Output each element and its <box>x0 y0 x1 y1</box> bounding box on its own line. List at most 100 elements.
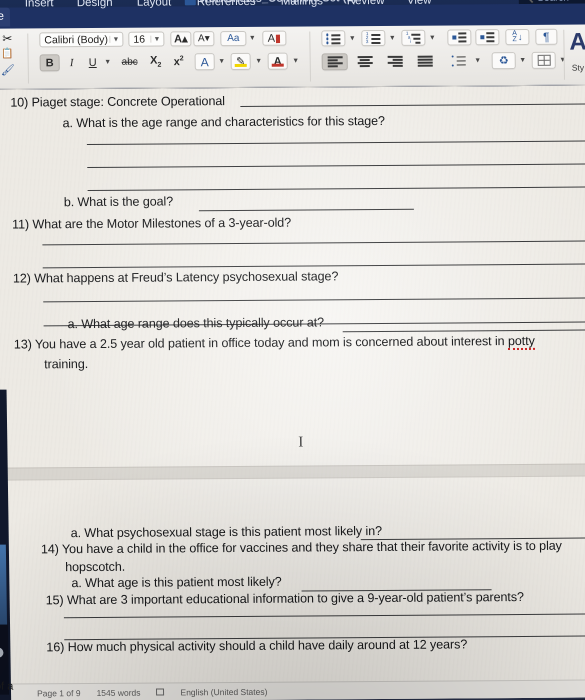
underline-dropdown[interactable]: ▼ <box>103 57 113 68</box>
copy-icon: 📋 <box>1 48 14 60</box>
justify-button[interactable] <box>412 53 438 70</box>
question-10a: a. What is the age range and characteris… <box>62 113 386 131</box>
show-formatting-marks-button[interactable]: ¶ <box>535 28 558 45</box>
question-13a: a. What psychosexual stage is this patie… <box>70 523 383 541</box>
font-family-combo[interactable]: Calibri (Body) ▼ <box>39 31 124 48</box>
borders-button[interactable] <box>531 51 556 69</box>
chevron-down-icon: ▼ <box>292 57 300 65</box>
italic-icon: I <box>69 56 74 69</box>
paragraph-group: ▼ 1 2 3 ▼ 1 a i ▼ A Z ↓ ¶ ▼ ♻ ▼ ▼ <box>315 25 566 88</box>
numbering-button[interactable]: 1 2 3 <box>361 29 386 47</box>
align-right-button[interactable] <box>382 53 408 70</box>
font-color-dropdown[interactable]: ▼ <box>291 56 301 67</box>
shading-button[interactable]: ♻ <box>491 52 516 70</box>
document-page[interactable]: 10) Piaget stage: Concrete Operational a… <box>0 85 585 700</box>
tab-mailings[interactable]: Mailings <box>277 0 327 10</box>
font-color-swatch <box>271 63 284 67</box>
font-group: Calibri (Body) ▼ 16 ▼ A▴ A▾ Aa ▼ A▮ B I … <box>31 27 299 89</box>
line-spacing-button[interactable] <box>447 52 471 69</box>
bullets-button[interactable] <box>321 30 346 47</box>
decrease-indent-icon <box>451 31 467 43</box>
grow-font-icon: A▴ <box>174 33 188 46</box>
question-16: 16) How much physical activity should a … <box>46 637 468 655</box>
status-bar: Page 1 of 9 1545 words English (United S… <box>10 679 585 700</box>
chevron-down-icon: ▼ <box>474 57 482 65</box>
paintbrush-icon: 🖌 <box>0 64 15 77</box>
tab-home[interactable]: me <box>0 7 11 27</box>
styles-icon[interactable]: A <box>569 29 585 56</box>
align-center-button[interactable] <box>352 53 378 70</box>
strikethrough-icon: abc <box>121 56 138 68</box>
shrink-font-button[interactable]: A▾ <box>193 31 215 47</box>
bullets-dropdown[interactable]: ▼ <box>347 33 357 44</box>
question-10: 10) Piaget stage: Concrete Operational <box>10 94 226 110</box>
clear-formatting-button[interactable]: A▮ <box>262 30 287 46</box>
numbering-dropdown[interactable]: ▼ <box>387 33 397 44</box>
text-effects-dropdown[interactable]: ▼ <box>217 56 227 67</box>
increase-indent-button[interactable] <box>475 29 500 46</box>
font-size-value: 16 <box>133 33 146 46</box>
change-case-dropdown[interactable]: ▼ <box>247 33 257 44</box>
chevron-down-icon: ▼ <box>104 58 112 66</box>
borders-icon <box>537 54 551 66</box>
question-14-cont: hopscotch. <box>65 559 126 575</box>
scissors-icon: ✂ <box>2 31 13 46</box>
chevron-down-icon: ▼ <box>112 35 120 43</box>
numbered-list-icon: 1 2 3 <box>366 31 381 44</box>
tab-review[interactable]: Review <box>343 0 389 9</box>
align-right-icon <box>387 55 403 67</box>
highlight-color-swatch <box>234 63 247 68</box>
text-effects-button[interactable]: A <box>194 53 215 71</box>
tab-layout[interactable]: Layout <box>133 0 176 11</box>
font-size-combo[interactable]: 16 ▼ <box>128 31 165 47</box>
italic-button[interactable]: I <box>63 54 81 71</box>
highlight-button[interactable]: ✎ <box>230 52 251 71</box>
highlight-dropdown[interactable]: ▼ <box>254 56 264 67</box>
change-case-button[interactable]: Aa <box>220 30 247 47</box>
tab-insert[interactable]: Insert <box>21 0 58 11</box>
chevron-down-icon: ▼ <box>348 35 356 43</box>
grow-font-button[interactable]: A▴ <box>170 31 192 47</box>
text-effects-icon: A <box>200 54 209 69</box>
align-left-button[interactable] <box>321 53 348 71</box>
tab-design[interactable]: Design <box>73 0 117 11</box>
shading-dropdown[interactable]: ▼ <box>518 55 528 66</box>
font-color-button[interactable]: A <box>267 52 288 70</box>
strikethrough-button[interactable]: abc <box>117 54 143 71</box>
chevron-down-icon: ▼ <box>255 57 263 65</box>
underline-icon: U <box>88 56 97 69</box>
language-indicator[interactable]: English (United States) <box>180 686 267 697</box>
text-cursor: I <box>298 434 304 451</box>
subscript-button[interactable]: X2 <box>146 53 166 70</box>
ribbon: ▼ te ✂ 📋 🖌 Calibri (Body) ▼ <box>0 24 585 90</box>
tab-references[interactable]: References <box>193 0 260 10</box>
bold-button[interactable]: B <box>39 54 60 72</box>
styles-group-label: Sty <box>571 62 585 73</box>
font-family-value: Calibri (Body) <box>44 33 109 46</box>
sort-button[interactable]: AZ ↓ <box>505 28 530 46</box>
superscript-icon: x2 <box>173 55 184 69</box>
eraser-icon: A▮ <box>267 32 282 45</box>
proofing-icon[interactable] <box>156 688 165 696</box>
page-indicator[interactable]: Page 1 of 9 <box>37 688 81 698</box>
chevron-down-icon: ▼ <box>519 56 527 65</box>
question-10b: b. What is the goal? <box>63 194 174 210</box>
tab-view[interactable]: View <box>403 0 436 9</box>
decrease-indent-button[interactable] <box>447 29 472 46</box>
question-13: 13) You have a 2.5 year old patient in o… <box>14 333 535 352</box>
format-painter-button[interactable]: 🖌 <box>0 62 18 78</box>
word-count[interactable]: 1545 words <box>96 687 140 697</box>
shrink-font-icon: A▾ <box>197 33 210 45</box>
multilevel-list-button[interactable]: 1 a i <box>401 29 426 46</box>
paint-bucket-icon: ♻ <box>498 55 509 68</box>
copy-button[interactable]: 📋 <box>0 47 16 61</box>
question-14: 14) You have a child in the office for v… <box>40 538 562 557</box>
underline-button[interactable]: U <box>84 54 102 71</box>
sort-arrow-icon: ↓ <box>517 31 523 43</box>
multilevel-list-dropdown[interactable]: ▼ <box>427 33 437 44</box>
page-break <box>0 463 585 481</box>
clipped-left-text: of a <box>0 680 14 693</box>
line-spacing-dropdown[interactable]: ▼ <box>473 55 483 66</box>
superscript-button[interactable]: x2 <box>169 53 189 70</box>
cut-button[interactable]: ✂ <box>0 31 15 46</box>
